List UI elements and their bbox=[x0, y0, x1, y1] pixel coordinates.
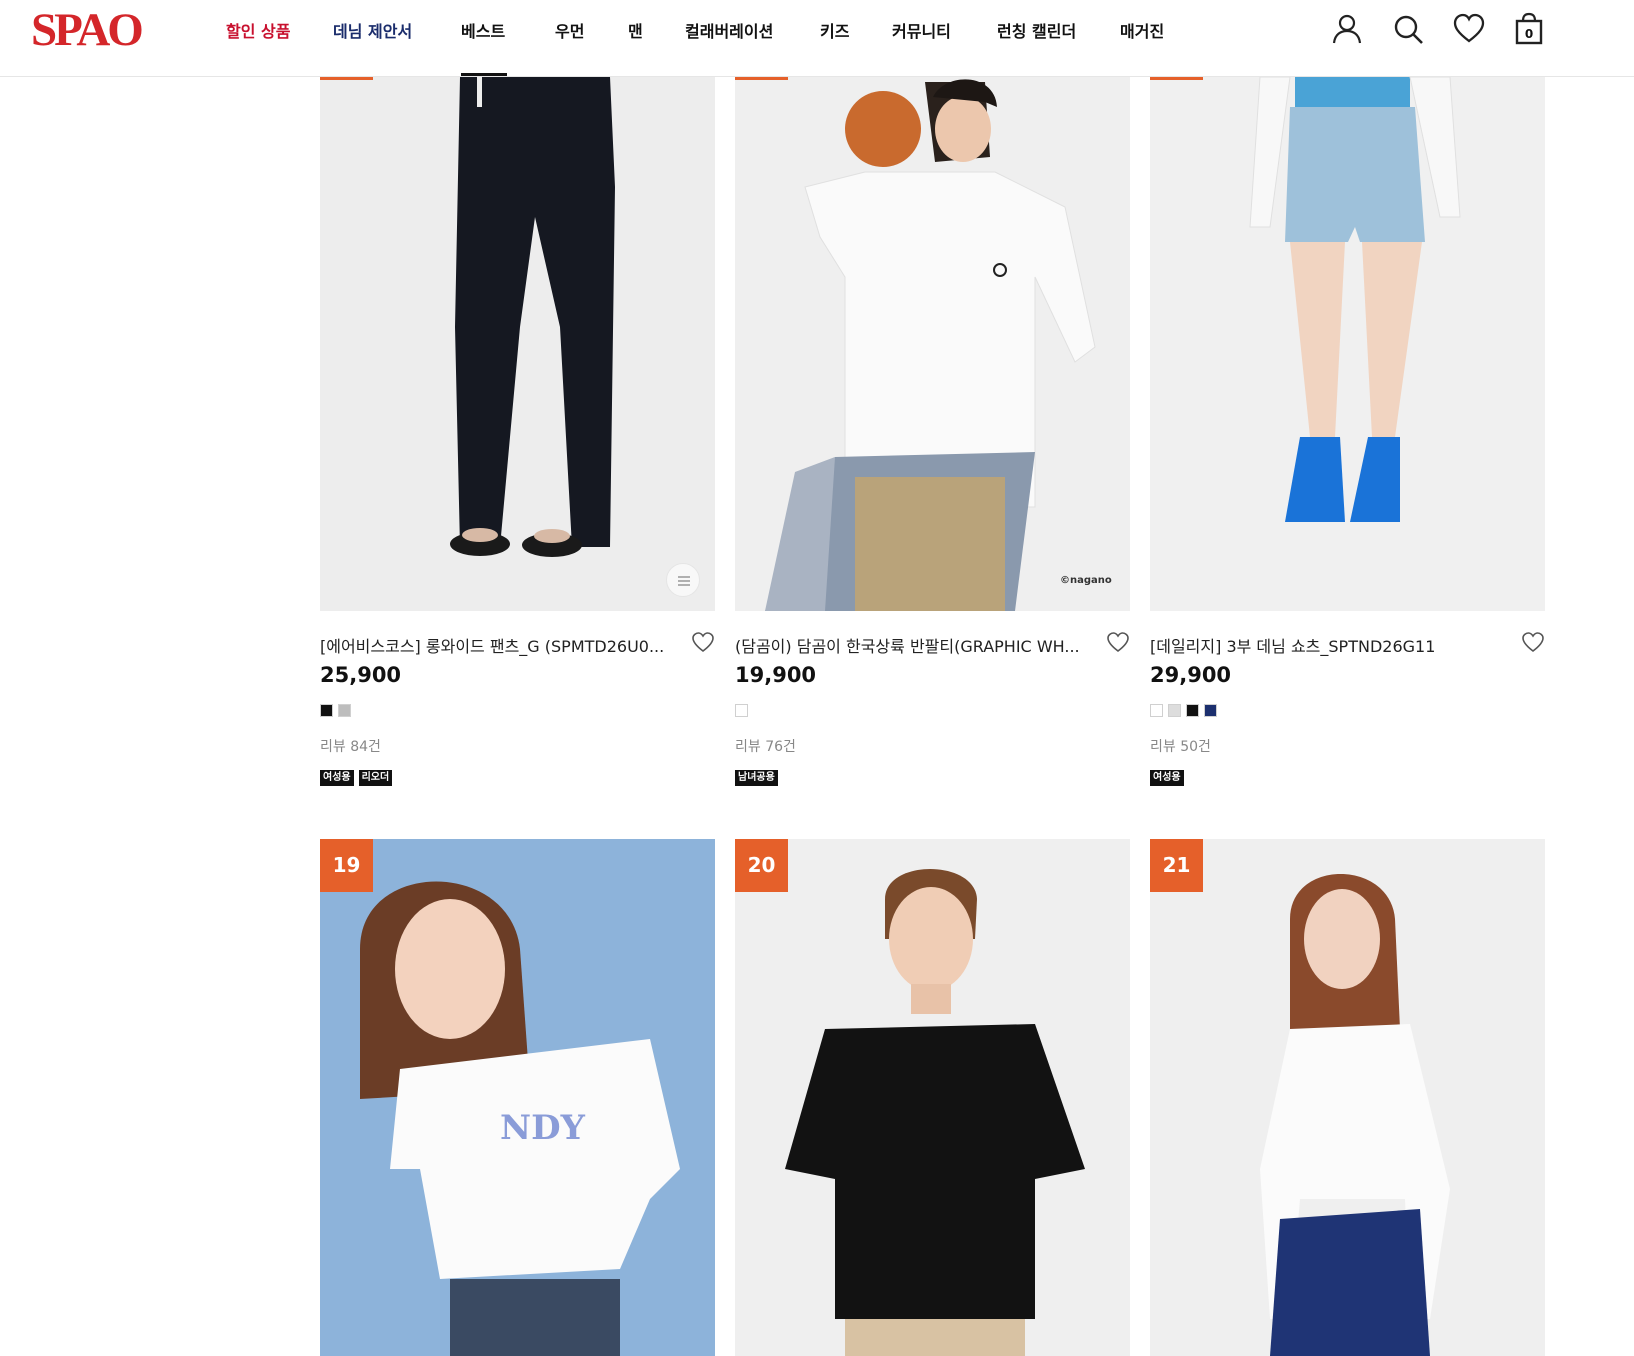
product-tags: 여성용 리오더 bbox=[320, 770, 393, 786]
review-count: 리뷰 76건 bbox=[735, 739, 796, 755]
cart-count: 0 bbox=[1524, 27, 1534, 41]
product-card[interactable]: NDY 19 bbox=[320, 839, 715, 1356]
product-tags: 남녀공용 bbox=[735, 770, 778, 786]
nav-magazine[interactable]: 매거진 bbox=[1120, 18, 1164, 42]
product-image[interactable] bbox=[1150, 77, 1545, 611]
product-image[interactable] bbox=[320, 77, 715, 611]
product-price: 29,900 bbox=[1150, 663, 1232, 687]
color-swatch[interactable] bbox=[1186, 704, 1199, 717]
product-photo bbox=[1150, 77, 1545, 611]
menu-icon bbox=[678, 576, 690, 586]
tag-badge: 여성용 bbox=[320, 770, 354, 786]
product-card[interactable]: [에어비스코스] 롱와이드 팬츠_G (SPMTD26U0... 25,900 … bbox=[320, 77, 715, 797]
tag-badge: 남녀공용 bbox=[735, 770, 778, 786]
nav-collaboration[interactable]: 컬래버레이션 bbox=[685, 18, 773, 42]
product-photo bbox=[735, 839, 1130, 1356]
nav-women[interactable]: 우먼 bbox=[555, 18, 584, 42]
color-swatch[interactable] bbox=[735, 704, 748, 717]
site-header: SPAO 할인 상품 데님 제안서 베스트 우먼 맨 컬래버레이션 키즈 커뮤니… bbox=[0, 0, 1634, 77]
product-card[interactable]: [데일리지] 3부 데님 쇼츠_SPTND26G11 29,900 리뷰 50건… bbox=[1150, 77, 1545, 797]
product-price: 25,900 bbox=[320, 663, 402, 687]
product-title[interactable]: [데일리지] 3부 데님 쇼츠_SPTND26G11 bbox=[1150, 633, 1510, 657]
product-photo bbox=[320, 77, 715, 611]
tag-badge: 여성용 bbox=[1150, 770, 1184, 786]
rank-badge-stub bbox=[1150, 77, 1203, 80]
product-photo bbox=[1150, 839, 1545, 1356]
product-image[interactable]: 20 bbox=[735, 839, 1130, 1356]
rank-badge: 21 bbox=[1150, 839, 1203, 892]
wishlist-heart-icon[interactable] bbox=[1106, 630, 1130, 654]
wishlist-heart-icon[interactable] bbox=[1521, 630, 1545, 654]
nav-launch-calendar[interactable]: 런칭 캘린더 bbox=[997, 18, 1076, 42]
search-icon[interactable] bbox=[1391, 12, 1425, 46]
color-swatch[interactable] bbox=[1150, 704, 1163, 717]
wishlist-heart-icon[interactable] bbox=[691, 630, 715, 654]
user-icon[interactable] bbox=[1330, 12, 1364, 46]
image-watermark: ©nagano bbox=[1060, 575, 1112, 586]
more-options-button[interactable] bbox=[666, 563, 700, 597]
product-card[interactable]: 20 bbox=[735, 839, 1130, 1356]
color-swatches bbox=[735, 704, 748, 718]
rank-badge: 20 bbox=[735, 839, 788, 892]
color-swatches bbox=[1150, 704, 1217, 718]
product-title[interactable]: [에어비스코스] 롱와이드 팬츠_G (SPMTD26U0... bbox=[320, 633, 680, 657]
nav-best[interactable]: 베스트 bbox=[461, 18, 505, 42]
review-count: 리뷰 50건 bbox=[1150, 739, 1211, 755]
product-tags: 여성용 bbox=[1150, 770, 1184, 786]
nav-kids[interactable]: 키즈 bbox=[820, 18, 849, 42]
rank-badge-stub bbox=[735, 77, 788, 80]
cart-button[interactable]: 0 bbox=[1512, 12, 1546, 46]
rank-badge: 19 bbox=[320, 839, 373, 892]
color-swatch[interactable] bbox=[1168, 704, 1181, 717]
product-photo: NDY bbox=[320, 839, 715, 1356]
nav-active-indicator bbox=[461, 73, 507, 76]
rank-badge-stub bbox=[320, 77, 373, 80]
spao-logo[interactable]: SPAO bbox=[31, 7, 144, 54]
product-photo bbox=[735, 77, 1130, 611]
product-image[interactable]: 21 bbox=[1150, 839, 1545, 1356]
nav-community[interactable]: 커뮤니티 bbox=[892, 18, 951, 42]
tag-badge: 리오더 bbox=[358, 770, 393, 786]
review-count: 리뷰 84건 bbox=[320, 739, 381, 755]
color-swatch[interactable] bbox=[338, 704, 351, 717]
product-image[interactable]: ©nagano bbox=[735, 77, 1130, 611]
color-swatch[interactable] bbox=[320, 704, 333, 717]
heart-icon[interactable] bbox=[1452, 12, 1486, 46]
nav-men[interactable]: 맨 bbox=[628, 18, 643, 42]
svg-text:NDY: NDY bbox=[500, 1108, 586, 1148]
product-card[interactable]: ©nagano (담곰이) 담곰이 한국상륙 반팔티(GRAPHIC WH...… bbox=[735, 77, 1130, 797]
nav-denim[interactable]: 데님 제안서 bbox=[333, 18, 412, 42]
product-price: 19,900 bbox=[735, 663, 817, 687]
product-image[interactable]: NDY 19 bbox=[320, 839, 715, 1356]
color-swatches bbox=[320, 704, 351, 718]
product-card[interactable]: 21 bbox=[1150, 839, 1545, 1356]
product-title[interactable]: (담곰이) 담곰이 한국상륙 반팔티(GRAPHIC WH... bbox=[735, 633, 1095, 657]
color-swatch[interactable] bbox=[1204, 704, 1217, 717]
nav-sale[interactable]: 할인 상품 bbox=[226, 18, 290, 42]
